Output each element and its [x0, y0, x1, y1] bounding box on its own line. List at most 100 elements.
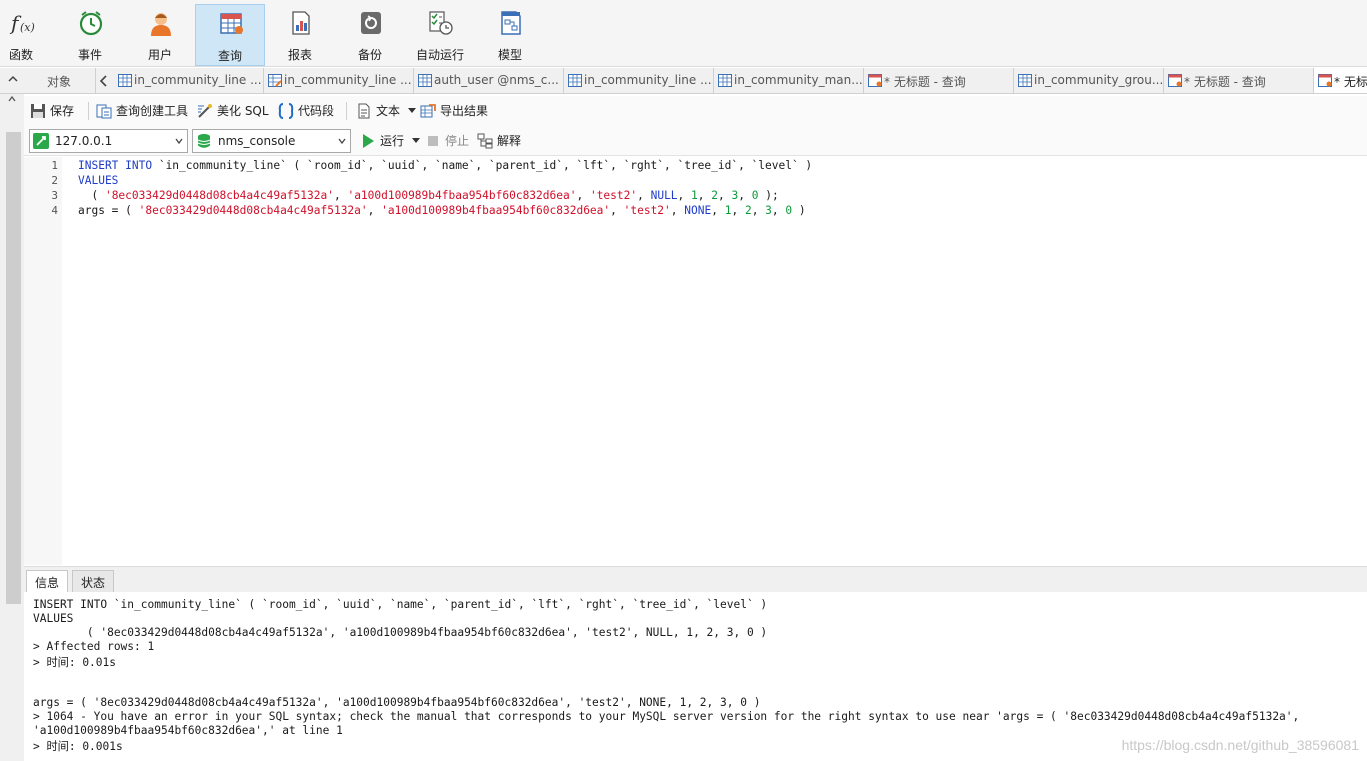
tab-in-community-group[interactable]: in_community_grou... [1014, 68, 1164, 93]
reports-button[interactable]: 报表 [265, 4, 335, 66]
tab-in-community-line-2[interactable]: in_community_line ... [264, 68, 414, 93]
users-button[interactable]: 用户 [125, 4, 195, 66]
alarm-clock-icon [79, 11, 103, 36]
code-token: , [333, 189, 348, 202]
code-token: , [576, 189, 590, 202]
tab-label: in_community_line ... [134, 73, 262, 87]
backup-button[interactable]: 备份 [335, 4, 405, 66]
table-icon [418, 74, 432, 87]
functions-label: 函数 [8, 48, 33, 62]
chevron-down-icon [175, 138, 183, 144]
sql-editor[interactable]: 1 2 3 4 INSERT INTO `in_community_line` … [24, 157, 1367, 565]
output-line: 'a100d100989b4fbaa954bf60c832d6ea',' at … [33, 724, 343, 737]
code-token: '8ec033429d0448d08cb4a4c49af5132a' [138, 204, 368, 217]
tab-in-community-line-1[interactable]: in_community_line ... [114, 68, 264, 93]
line-number: 2 [51, 174, 58, 187]
line-number: 1 [51, 159, 58, 172]
events-button[interactable]: 事件 [55, 4, 125, 66]
caret-down-icon [411, 137, 420, 143]
scrollbar-thumb[interactable] [6, 132, 21, 604]
tab-info[interactable]: 信息 [26, 570, 69, 593]
explain-button[interactable]: 解释 [477, 132, 521, 150]
code-token: `in_community_line` ( `room_id`, `uuid`,… [158, 159, 813, 172]
line-number: 3 [51, 189, 58, 202]
table-icon [118, 74, 132, 87]
tab-auth-user[interactable]: auth_user @nms_c... [414, 68, 564, 93]
tab-info-label: 信息 [35, 576, 60, 590]
backup-icon [361, 12, 381, 34]
output-line: args = ( '8ec033429d0448d08cb4a4c49af513… [33, 696, 761, 709]
code-token: , [731, 204, 745, 217]
code-braces-icon [278, 102, 294, 119]
model-label: 模型 [497, 48, 522, 62]
toolbar-divider [88, 102, 89, 120]
code-token: ( [78, 189, 105, 202]
connection-bar: 127.0.0.1 nms_console 运行 停止 解释 [24, 126, 1367, 156]
code-token: , [610, 204, 624, 217]
tab-strip: 对象 in_community_line ... in_community_li… [0, 68, 1367, 94]
run-label: 运行 [380, 134, 405, 148]
run-button[interactable]: 运行 [360, 132, 420, 150]
beautify-sql-button[interactable]: 美化 SQL [197, 102, 269, 120]
query-button[interactable]: 查询 [195, 4, 265, 66]
caret-down-icon [407, 107, 416, 113]
code-token: 'a100d100989b4fbaa954bf60c832d6ea' [381, 204, 611, 217]
save-button[interactable]: 保存 [30, 102, 74, 120]
code-token: , [677, 189, 692, 202]
code-line: ( '8ec033429d0448d08cb4a4c49af5132a', 'a… [78, 189, 778, 202]
tab-objects[interactable]: 对象 [22, 68, 96, 93]
save-icon [31, 103, 45, 118]
tab-untitled-query-2[interactable]: * 无标题 - 查询 [1164, 68, 1314, 93]
connection-select[interactable]: 127.0.0.1 [29, 129, 188, 153]
model-button[interactable]: 模型 [475, 4, 545, 66]
query-builder-button[interactable]: 查询创建工具 [96, 102, 188, 120]
output-line: > 时间: 0.01s [33, 656, 116, 669]
toolbar-divider [346, 102, 347, 120]
tab-in-community-line-3[interactable]: in_community_line ... [564, 68, 714, 93]
text-dropdown-button[interactable]: 文本 [356, 102, 416, 120]
message-output: INSERT INTO `in_community_line` ( `room_… [24, 592, 1367, 761]
explain-label: 解释 [497, 134, 522, 148]
stop-button[interactable]: 停止 [425, 132, 469, 150]
users-label: 用户 [147, 48, 172, 62]
code-line: VALUES [78, 174, 118, 187]
result-tabs: 信息 状态 [24, 566, 1367, 593]
export-results-button[interactable]: 导出结果 [420, 102, 488, 120]
output-line: > 时间: 0.001s [33, 740, 123, 753]
function-icon: f (x) [9, 11, 35, 35]
output-line: > Affected rows: 1 [33, 640, 155, 653]
text-label: 文本 [376, 104, 401, 118]
code-token: , [637, 189, 651, 202]
code-token: args = ( [78, 204, 139, 217]
tab-label: in_community_grou... [1034, 73, 1164, 87]
code-token: , [771, 204, 786, 217]
automation-button[interactable]: 自动运行 [405, 4, 475, 66]
user-icon [151, 13, 171, 36]
database-select[interactable]: nms_console [192, 129, 351, 153]
report-icon [292, 11, 310, 35]
tab-untitled-query-1[interactable]: * 无标题 - 查询 [864, 68, 1014, 93]
query-icon [1168, 74, 1182, 87]
tab-status[interactable]: 状态 [72, 570, 115, 593]
chevron-up-icon[interactable] [8, 96, 16, 102]
beautify-sql-label: 美化 SQL [217, 104, 269, 118]
tab-untitled-query-active[interactable]: * 无标 [1314, 68, 1367, 93]
code-snippet-button[interactable]: 代码段 [278, 102, 334, 120]
chevron-left-icon[interactable] [98, 74, 110, 88]
model-icon [501, 11, 521, 35]
play-icon [363, 133, 374, 148]
svg-text:(x): (x) [20, 21, 35, 34]
code-token: VALUES [78, 174, 119, 187]
tab-label: * 无标题 - 查询 [1184, 75, 1266, 89]
tab-label: * 无标题 - 查询 [884, 75, 966, 89]
query-label: 查询 [217, 49, 242, 63]
main-toolbar: f (x) 函数 事件 用户 查询 报表 备份 自动运行 模型 [0, 0, 1367, 67]
chevron-up-icon[interactable] [6, 72, 20, 86]
magic-wand-icon [198, 103, 212, 118]
tab-label: 对象 [47, 75, 72, 89]
code-token: INSERT INTO [78, 159, 159, 172]
tab-in-community-man[interactable]: in_community_man... [714, 68, 864, 93]
backup-label: 备份 [357, 48, 382, 62]
code-token: NONE [684, 204, 712, 217]
functions-button[interactable]: f (x) 函数 [0, 4, 56, 66]
